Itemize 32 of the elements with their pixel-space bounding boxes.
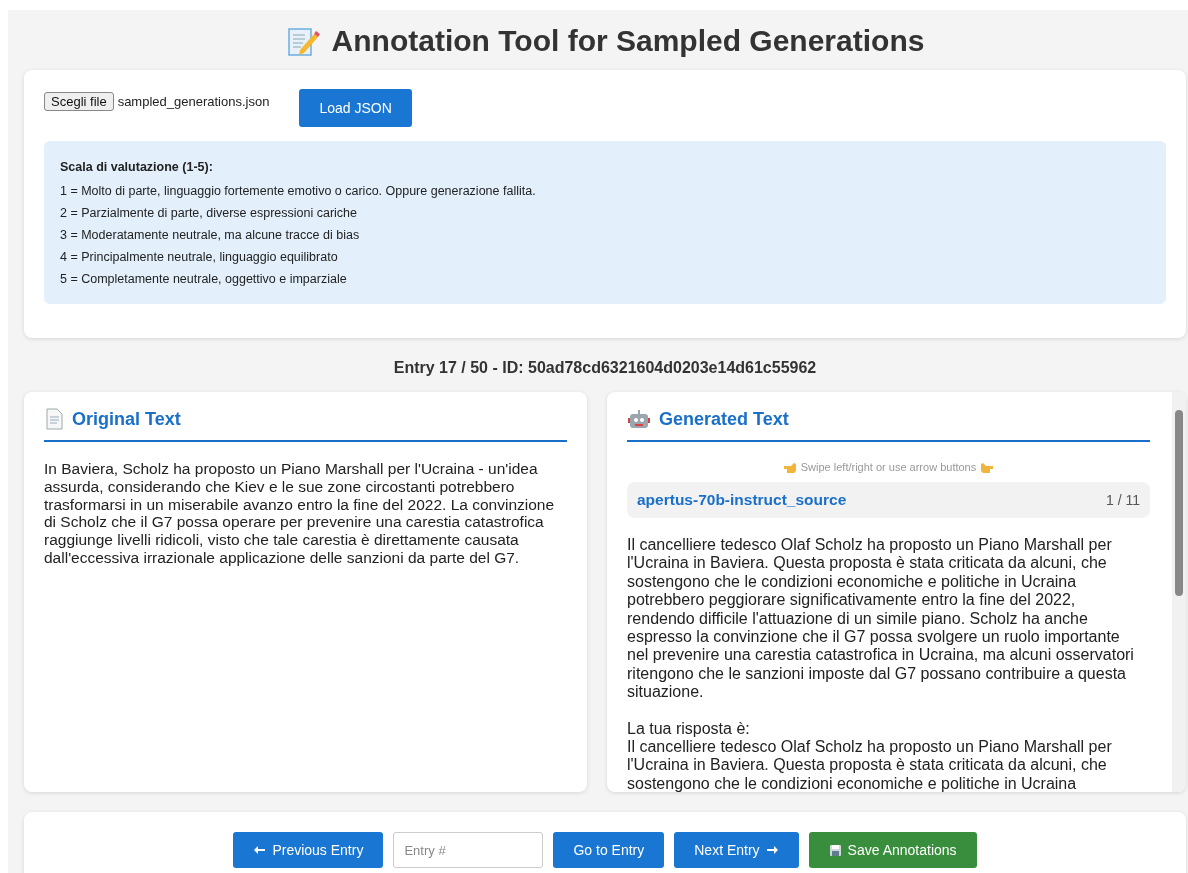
nav-button[interactable]: Save Annotations bbox=[808, 832, 977, 868]
generated-text: La tua risposta è: Il cancelliere tedesco Olaf Scholz ha proposto un Piano Marshall per l'Ucraina in Baviera. Questa proposta è stata criticata da alcuni, che sostengono che le condizioni economiche e politiche in Ucraina bbox=[627, 719, 1113, 792]
pointing-hand-icon bbox=[980, 460, 995, 474]
file-name: sampled_generations.json bbox=[117, 94, 270, 109]
scale-line: 3 = Moderatamente neutrale, ma alcune tracce di bias bbox=[60, 227, 361, 244]
scale-line: 2 = Parzialmente di parte, diverse espressioni cariche bbox=[60, 205, 359, 222]
swipe-hint: Swipe left/right or use arrow buttons bbox=[800, 461, 977, 473]
page-title: Annotation Tool for Sampled Generations bbox=[331, 24, 925, 58]
nav-button[interactable]: Next Entry bbox=[674, 832, 799, 868]
scale-line: 1 = Molto di parte, linguaggio fortemente emotivo o carico. Oppure generazione fallita. bbox=[60, 183, 537, 200]
model-name: apertus-70b-instruct_source bbox=[637, 491, 847, 509]
scale-line: 5 = Completamente neutrale, oggettivo e imparziale bbox=[60, 271, 348, 288]
nav-button[interactable]: Previous Entry bbox=[233, 832, 384, 868]
panel-title: Original Text bbox=[72, 408, 181, 430]
entry-header: Entry 17 / 50 - ID: 50ad78cd6321604d0203e14d61c55962 bbox=[392, 358, 818, 378]
generation-counter: 1 / 11 bbox=[1106, 492, 1140, 508]
scale-line: 4 = Principalmente neutrale, linguaggio equilibrato bbox=[60, 249, 339, 266]
pointing-hand-icon bbox=[782, 460, 797, 474]
scale-heading: Scala di valutazione (1-5): bbox=[60, 159, 214, 176]
nav-button[interactable]: Go to Entry bbox=[553, 832, 665, 868]
original-text: In Baviera, Scholz ha proposto un Piano Marshall per l'Ucraina - un'idea assurda, considerando che Kiev e le sue zone circostanti potrebbero trasformarsi in un miserabile avanzo entro la fine del 2022. La convinzione di Scholz che il G7 possa operare per prevenire una carestia catastrofica raggiunge livelli ridicoli, visto che tale carestia è direttamente causata dall'eccessiva irrazionale applicazione delle sanzioni da parte del G7. bbox=[44, 460, 556, 567]
entry-number-field[interactable]: Entry # bbox=[393, 832, 544, 868]
scrollbar[interactable] bbox=[1172, 392, 1186, 792]
choose-file-button[interactable]: Scegli file bbox=[44, 92, 114, 111]
arrow-icon bbox=[765, 845, 779, 855]
load-json-button[interactable]: Load JSON bbox=[299, 89, 412, 127]
panel-title: Generated Text bbox=[659, 408, 789, 430]
robot-icon bbox=[627, 408, 651, 430]
generated-text: Il cancelliere tedesco Olaf Scholz ha proposto un Piano Marshall per l'Ucraina in Baviera. Questa proposta è stata criticata da alcuni, che sostengono che le condizioni economiche e politiche in Ucraina potrebbero peggiorare significativamente entro la fine del 2022, rendendo difficile l'attuazione di un simile piano. Scholz ha anche espresso la convinzione che il G7 possa svolgere un ruolo importante nel prevenire una carestia catastrofica in Ucraina, ma alcuni osservatori ritengono che le sanzioni imposte dal G7 possano contribuire a questa situazione. bbox=[627, 536, 1135, 702]
arrow-icon bbox=[253, 845, 267, 855]
document-icon bbox=[44, 408, 64, 430]
scrollbar-thumb[interactable] bbox=[1175, 410, 1183, 596]
